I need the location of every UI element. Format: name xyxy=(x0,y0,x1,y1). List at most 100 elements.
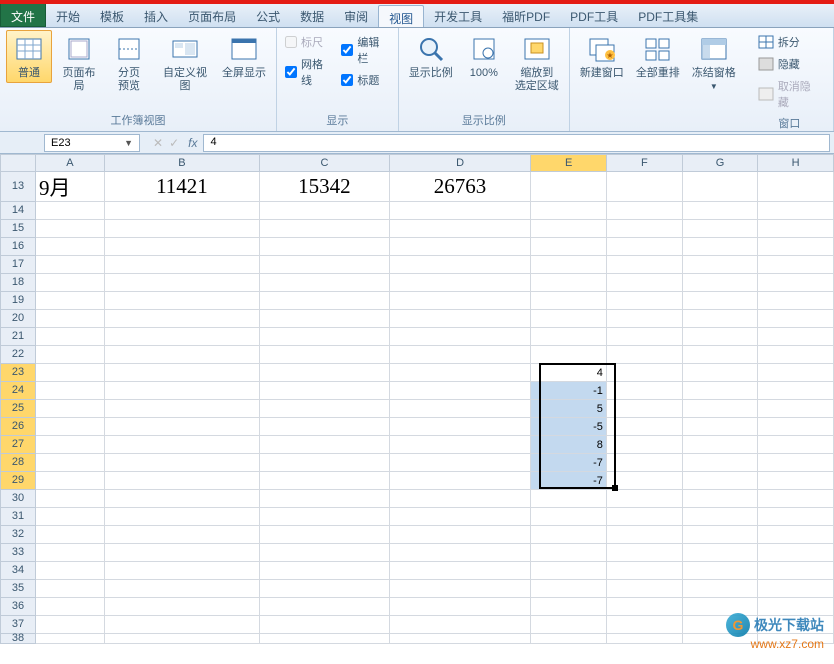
cell-D33[interactable] xyxy=(390,544,531,562)
cell-H16[interactable] xyxy=(758,238,834,256)
fx-icon[interactable]: fx xyxy=(188,136,197,150)
row-header-28[interactable]: 28 xyxy=(0,454,36,472)
cell-F28[interactable] xyxy=(607,454,683,472)
cell-C31[interactable] xyxy=(260,508,390,526)
split-button[interactable]: 拆分 xyxy=(754,32,825,52)
spreadsheet[interactable]: ABCDEFGH 1314151617181920212223242526272… xyxy=(0,154,834,664)
cell-B38[interactable] xyxy=(105,634,260,644)
tab-开发工具[interactable]: 开发工具 xyxy=(424,4,492,27)
cell-C25[interactable] xyxy=(260,400,390,418)
cell-D31[interactable] xyxy=(390,508,531,526)
cell-E36[interactable] xyxy=(531,598,607,616)
cell-E32[interactable] xyxy=(531,526,607,544)
cell-C19[interactable] xyxy=(260,292,390,310)
cell-E13[interactable] xyxy=(531,172,607,202)
cell-B22[interactable] xyxy=(105,346,260,364)
cell-H27[interactable] xyxy=(758,436,834,454)
cell-A17[interactable] xyxy=(36,256,105,274)
cell-F36[interactable] xyxy=(607,598,683,616)
cell-A31[interactable] xyxy=(36,508,105,526)
tab-视图[interactable]: 视图 xyxy=(378,5,424,27)
row-header-16[interactable]: 16 xyxy=(0,238,36,256)
cell-F17[interactable] xyxy=(607,256,683,274)
cell-H20[interactable] xyxy=(758,310,834,328)
cell-E35[interactable] xyxy=(531,580,607,598)
cell-F33[interactable] xyxy=(607,544,683,562)
row-headers[interactable]: 1314151617181920212223242526272829303132… xyxy=(0,172,36,644)
cell-F16[interactable] xyxy=(607,238,683,256)
row-header-25[interactable]: 25 xyxy=(0,400,36,418)
cell-H14[interactable] xyxy=(758,202,834,220)
cell-C30[interactable] xyxy=(260,490,390,508)
namebox-dropdown-icon[interactable]: ▼ xyxy=(124,138,133,148)
cell-F35[interactable] xyxy=(607,580,683,598)
cell-F37[interactable] xyxy=(607,616,683,634)
cell-E24[interactable]: -1 xyxy=(531,382,607,400)
cell-H34[interactable] xyxy=(758,562,834,580)
cell-F13[interactable] xyxy=(607,172,683,202)
cell-D17[interactable] xyxy=(390,256,531,274)
row-header-32[interactable]: 32 xyxy=(0,526,36,544)
hide-button[interactable]: 隐藏 xyxy=(754,54,825,74)
cell-E21[interactable] xyxy=(531,328,607,346)
tab-PDF工具集[interactable]: PDF工具集 xyxy=(628,4,708,27)
cell-A27[interactable] xyxy=(36,436,105,454)
full-screen-button[interactable]: 全屏显示 xyxy=(218,30,270,83)
cell-A20[interactable] xyxy=(36,310,105,328)
formula-input[interactable]: 4 xyxy=(203,134,830,152)
cell-B36[interactable] xyxy=(105,598,260,616)
cell-H15[interactable] xyxy=(758,220,834,238)
cell-H28[interactable] xyxy=(758,454,834,472)
cell-F15[interactable] xyxy=(607,220,683,238)
cell-A34[interactable] xyxy=(36,562,105,580)
cell-A18[interactable] xyxy=(36,274,105,292)
cell-D35[interactable] xyxy=(390,580,531,598)
cell-A30[interactable] xyxy=(36,490,105,508)
cell-G28[interactable] xyxy=(683,454,759,472)
cell-A19[interactable] xyxy=(36,292,105,310)
cell-C27[interactable] xyxy=(260,436,390,454)
cell-B20[interactable] xyxy=(105,310,260,328)
cell-D37[interactable] xyxy=(390,616,531,634)
cell-H24[interactable] xyxy=(758,382,834,400)
cell-F22[interactable] xyxy=(607,346,683,364)
cell-D34[interactable] xyxy=(390,562,531,580)
cell-F20[interactable] xyxy=(607,310,683,328)
cell-A33[interactable] xyxy=(36,544,105,562)
cell-E29[interactable]: -7 xyxy=(531,472,607,490)
cell-E16[interactable] xyxy=(531,238,607,256)
cell-F19[interactable] xyxy=(607,292,683,310)
cell-D38[interactable] xyxy=(390,634,531,644)
cell-B27[interactable] xyxy=(105,436,260,454)
tab-插入[interactable]: 插入 xyxy=(134,4,178,27)
cell-G32[interactable] xyxy=(683,526,759,544)
cell-G30[interactable] xyxy=(683,490,759,508)
cell-C28[interactable] xyxy=(260,454,390,472)
cell-D32[interactable] xyxy=(390,526,531,544)
row-header-24[interactable]: 24 xyxy=(0,382,36,400)
cell-A37[interactable] xyxy=(36,616,105,634)
row-header-15[interactable]: 15 xyxy=(0,220,36,238)
cell-A26[interactable] xyxy=(36,418,105,436)
col-header-D[interactable]: D xyxy=(390,154,532,172)
cell-G21[interactable] xyxy=(683,328,759,346)
row-header-21[interactable]: 21 xyxy=(0,328,36,346)
cell-A14[interactable] xyxy=(36,202,105,220)
cell-G14[interactable] xyxy=(683,202,759,220)
cell-B29[interactable] xyxy=(105,472,260,490)
cell-A24[interactable] xyxy=(36,382,105,400)
cell-D28[interactable] xyxy=(390,454,531,472)
cell-D22[interactable] xyxy=(390,346,531,364)
cell-C35[interactable] xyxy=(260,580,390,598)
cell-H33[interactable] xyxy=(758,544,834,562)
select-all-corner[interactable] xyxy=(0,154,36,172)
tab-公式[interactable]: 公式 xyxy=(246,4,290,27)
col-header-F[interactable]: F xyxy=(607,154,683,172)
cell-F32[interactable] xyxy=(607,526,683,544)
cell-B17[interactable] xyxy=(105,256,260,274)
cell-B37[interactable] xyxy=(105,616,260,634)
page-layout-button[interactable]: 页面布局 xyxy=(56,30,102,96)
cell-B25[interactable] xyxy=(105,400,260,418)
cell-C16[interactable] xyxy=(260,238,390,256)
col-header-A[interactable]: A xyxy=(36,154,105,172)
